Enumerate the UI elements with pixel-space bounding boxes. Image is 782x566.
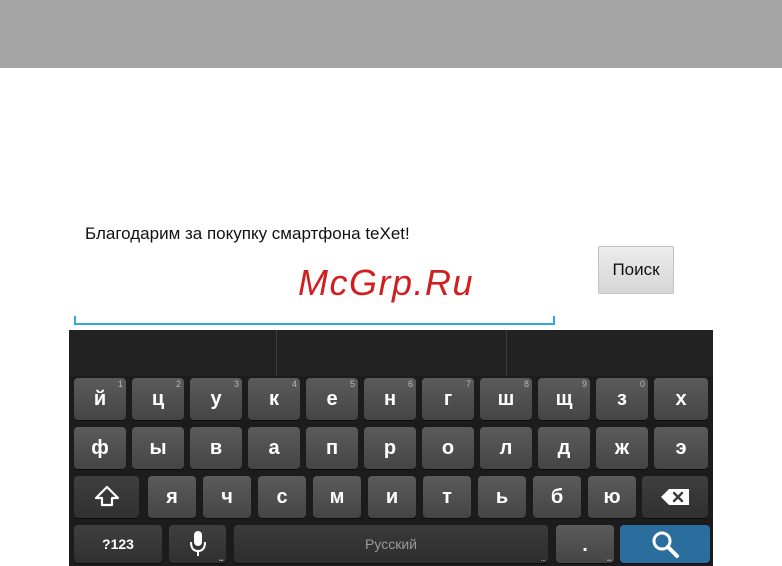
key-л[interactable]: л xyxy=(480,427,532,469)
key-hint: 4 xyxy=(291,379,297,389)
key-label: с xyxy=(276,485,288,508)
key-label: я xyxy=(166,485,178,508)
key-hint: 5 xyxy=(349,379,355,389)
suggestion-slot-1[interactable] xyxy=(69,330,277,376)
key-э[interactable]: э xyxy=(654,427,708,469)
key-label: ю xyxy=(603,485,621,508)
shift-icon xyxy=(94,485,120,509)
key-ь[interactable]: ь xyxy=(478,476,526,518)
key-label: д xyxy=(557,436,571,459)
key-label: в xyxy=(209,436,223,459)
key-х[interactable]: х xyxy=(654,378,708,420)
key-р[interactable]: р xyxy=(364,427,416,469)
key-label: л xyxy=(499,436,513,459)
onscreen-keyboard: й1 ц2 у3 к4 е5 н6 г7 ш8 щ9 з0 х ф ы в а … xyxy=(69,330,713,566)
key-label: б xyxy=(550,485,564,508)
suggestion-slot-3[interactable] xyxy=(507,330,713,376)
key-ю[interactable]: ю xyxy=(588,476,636,518)
key-label: е xyxy=(326,387,338,410)
key-ж[interactable]: ж xyxy=(596,427,648,469)
key-у[interactable]: у3 xyxy=(190,378,242,420)
key-label: т xyxy=(442,485,452,508)
key-label: щ xyxy=(555,387,573,410)
key-label: э xyxy=(675,436,687,459)
key-и[interactable]: и xyxy=(368,476,416,518)
backspace-icon xyxy=(660,488,690,506)
key-label: ы xyxy=(149,436,167,459)
key-щ[interactable]: щ9 xyxy=(538,378,590,420)
key-ф[interactable]: ф xyxy=(74,427,126,469)
key-label: ш xyxy=(497,387,515,410)
welcome-message: Благодарим за покупку смартфона teXet! xyxy=(85,224,410,243)
key-label: н xyxy=(383,387,397,410)
backspace-key[interactable] xyxy=(642,476,708,518)
shift-key[interactable] xyxy=(74,476,139,518)
key-label: . xyxy=(582,534,588,556)
key-label: к xyxy=(268,387,279,410)
space-label: Русский xyxy=(365,536,417,552)
key-с[interactable]: с xyxy=(258,476,306,518)
key-label: х xyxy=(675,387,687,410)
key-label: п xyxy=(325,436,339,459)
key-hint: 7 xyxy=(465,379,471,389)
period-key[interactable]: . ... xyxy=(556,525,614,563)
key-label: ф xyxy=(91,436,109,459)
key-hint: 2 xyxy=(175,379,181,389)
key-label: ?123 xyxy=(102,536,134,552)
search-button[interactable]: Поиск xyxy=(598,246,674,294)
key-hint: 6 xyxy=(407,379,413,389)
key-label: ч xyxy=(221,485,233,508)
key-е[interactable]: е5 xyxy=(306,378,358,420)
search-input[interactable] xyxy=(74,288,555,325)
key-hint: 9 xyxy=(581,379,587,389)
top-bar xyxy=(0,0,782,68)
key-label: а xyxy=(268,436,280,459)
key-label: р xyxy=(383,436,397,459)
key-н[interactable]: н6 xyxy=(364,378,416,420)
key-more-indicator: ... xyxy=(540,553,545,563)
key-label: ц xyxy=(151,387,165,410)
key-о[interactable]: о xyxy=(422,427,474,469)
suggestion-slot-2[interactable] xyxy=(277,330,507,376)
key-label: м xyxy=(329,485,345,508)
key-hint: 8 xyxy=(523,379,529,389)
search-key[interactable] xyxy=(620,525,710,563)
symbols-key[interactable]: ?123 xyxy=(74,525,162,563)
key-г[interactable]: г7 xyxy=(422,378,474,420)
key-а[interactable]: а xyxy=(248,427,300,469)
microphone-icon xyxy=(189,530,207,558)
key-label: ж xyxy=(614,436,630,459)
key-к[interactable]: к4 xyxy=(248,378,300,420)
key-т[interactable]: т xyxy=(423,476,471,518)
key-label: о xyxy=(441,436,455,459)
key-ц[interactable]: ц2 xyxy=(132,378,184,420)
key-б[interactable]: б xyxy=(533,476,581,518)
key-в[interactable]: в xyxy=(190,427,242,469)
key-й[interactable]: й1 xyxy=(74,378,126,420)
key-more-indicator: ... xyxy=(606,553,611,563)
key-д[interactable]: д xyxy=(538,427,590,469)
voice-input-key[interactable]: ... xyxy=(169,525,226,563)
key-label: и xyxy=(385,485,399,508)
key-label: з xyxy=(617,387,627,410)
key-label: ь xyxy=(495,485,509,508)
key-я[interactable]: я xyxy=(148,476,196,518)
key-label: г xyxy=(443,387,453,410)
key-п[interactable]: п xyxy=(306,427,358,469)
search-icon xyxy=(650,529,680,559)
key-more-indicator: ... xyxy=(218,553,223,563)
key-ы[interactable]: ы xyxy=(132,427,184,469)
key-hint: 0 xyxy=(639,379,645,389)
key-ш[interactable]: ш8 xyxy=(480,378,532,420)
key-label: й xyxy=(93,387,107,410)
key-label: у xyxy=(210,387,222,410)
key-ч[interactable]: ч xyxy=(203,476,251,518)
key-з[interactable]: з0 xyxy=(596,378,648,420)
key-м[interactable]: м xyxy=(313,476,361,518)
key-hint: 1 xyxy=(117,379,123,389)
key-hint: 3 xyxy=(233,379,239,389)
space-key[interactable]: Русский ... xyxy=(234,525,548,563)
